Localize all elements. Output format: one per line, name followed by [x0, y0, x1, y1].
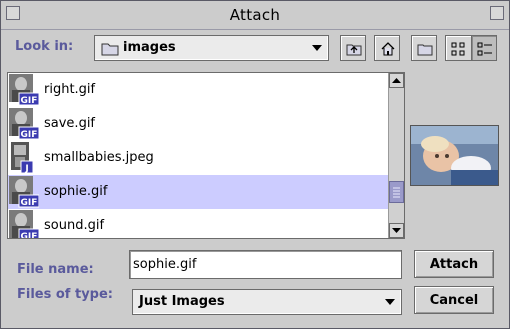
file-list[interactable]: GIF right.gif GIF save.gif J smallbabies… — [7, 72, 405, 239]
list-item[interactable]: GIF right.gif — [8, 73, 389, 107]
arrow-down-icon — [392, 228, 401, 233]
cancel-button[interactable]: Cancel — [414, 286, 494, 314]
file-name: smallbabies.jpeg — [44, 150, 154, 165]
look-in-combo[interactable]: images — [94, 35, 329, 61]
files-of-type-combo[interactable]: Just Images — [132, 289, 402, 315]
jpeg-file-icon: J — [11, 142, 34, 174]
svg-text:GIF: GIF — [21, 198, 38, 208]
file-name-label: File name: — [17, 262, 94, 277]
new-folder-button[interactable] — [411, 35, 437, 61]
home-icon — [381, 42, 395, 56]
grip-icon — [393, 187, 400, 198]
attach-button[interactable]: Attach — [414, 250, 494, 278]
new-folder-icon — [417, 44, 433, 56]
file-name: right.gif — [44, 82, 96, 97]
title-bar[interactable]: Attach — [1, 1, 509, 30]
look-in-value: images — [123, 40, 176, 55]
gif-file-icon: GIF — [9, 74, 39, 106]
up-folder-button[interactable] — [340, 35, 366, 61]
attach-dialog: Attach Look in: images GIF right.gif GIF… — [0, 0, 510, 329]
gif-file-icon: GIF — [9, 176, 39, 208]
svg-text:GIF: GIF — [21, 130, 38, 140]
list-item-selected[interactable]: GIF sophie.gif — [8, 175, 389, 209]
close-icon[interactable] — [490, 6, 504, 20]
up-folder-icon — [346, 44, 362, 56]
home-button[interactable] — [374, 35, 400, 61]
chevron-down-icon — [312, 45, 322, 51]
file-name: save.gif — [44, 116, 96, 131]
image-preview — [410, 125, 499, 186]
scroll-down-button[interactable] — [389, 223, 404, 238]
details-view-icon — [477, 42, 492, 56]
scroll-up-button[interactable] — [389, 73, 404, 88]
scrollbar-thumb[interactable] — [389, 181, 404, 203]
baby-photo-thumbnail — [411, 126, 498, 185]
window-title: Attach — [229, 6, 281, 24]
svg-text:GIF: GIF — [21, 232, 38, 239]
list-item[interactable]: GIF save.gif — [8, 107, 389, 141]
vertical-scrollbar[interactable] — [388, 73, 404, 238]
list-view-icon — [451, 42, 465, 56]
file-name-input[interactable]: sophie.gif — [129, 250, 402, 279]
files-of-type-label: Files of type: — [17, 287, 113, 302]
list-item[interactable]: J smallbabies.jpeg — [8, 141, 389, 175]
look-in-label: Look in: — [15, 39, 74, 54]
chevron-down-icon — [385, 299, 395, 305]
list-item[interactable]: GIF sound.gif — [8, 209, 389, 239]
file-name-value: sophie.gif — [133, 257, 197, 272]
svg-text:J: J — [24, 164, 28, 174]
gif-file-icon: GIF — [9, 108, 39, 140]
arrow-up-icon — [392, 78, 401, 83]
gif-file-icon: GIF — [9, 210, 39, 239]
folder-icon — [101, 43, 119, 56]
svg-text:GIF: GIF — [21, 96, 38, 106]
files-of-type-value: Just Images — [139, 294, 225, 309]
details-view-button[interactable] — [471, 35, 497, 61]
file-name: sound.gif — [44, 218, 105, 233]
list-view-button[interactable] — [445, 35, 471, 61]
file-name: sophie.gif — [44, 184, 108, 199]
